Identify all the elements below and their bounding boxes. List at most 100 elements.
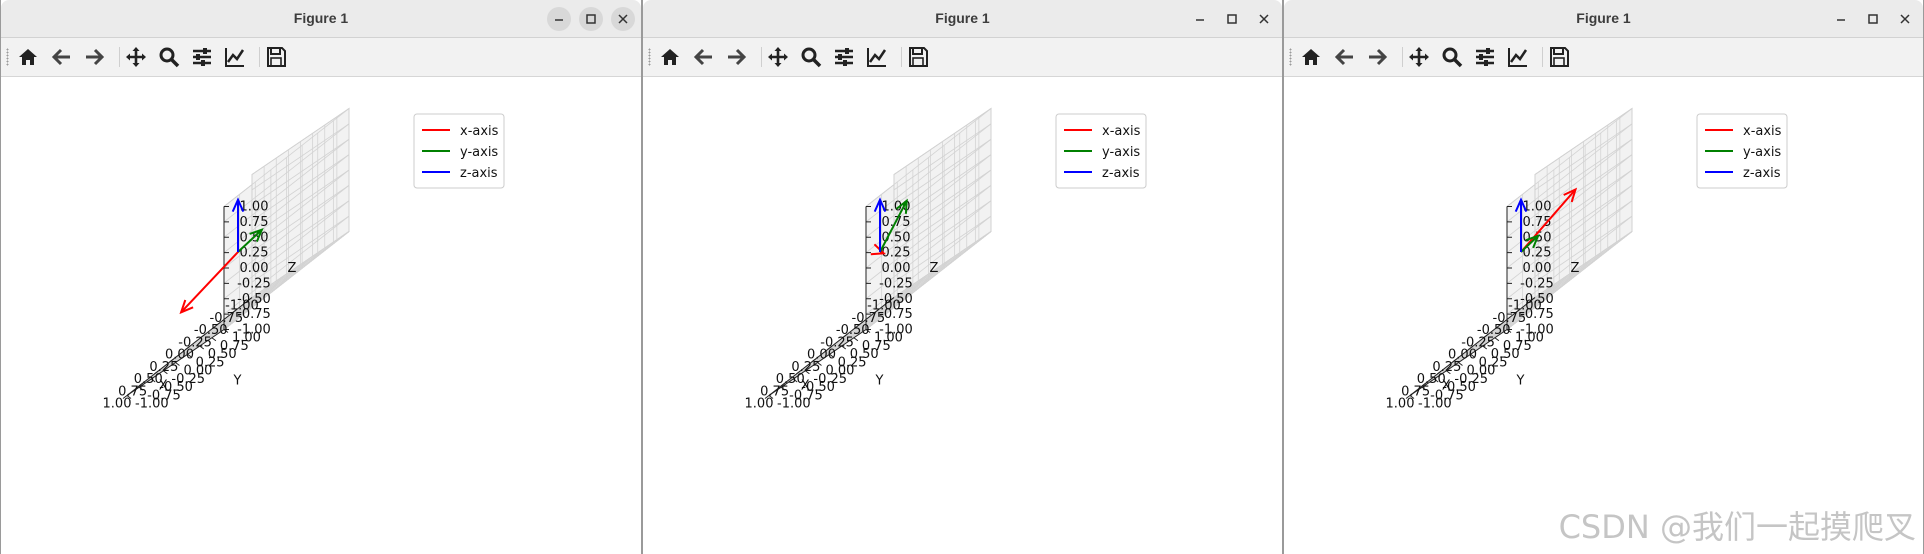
- x-axis-label: X: [801, 378, 810, 393]
- toolbar: [1284, 38, 1923, 77]
- y-tick-mark: [211, 337, 217, 342]
- legend: x-axis y-axis z-axis: [1055, 113, 1147, 189]
- figure-canvas[interactable]: -1.00 -1.00 -1.00 -0.75 -0.75 -0.75 -0.50 -0.50…: [643, 77, 1282, 554]
- save-button[interactable]: [1546, 44, 1572, 70]
- y-tick-label: 1.00: [874, 331, 903, 346]
- figure-window-2: Figure 1 -1.00 -1.00 -1.00 -0.75 -0.75 -…: [642, 0, 1283, 554]
- minimize-icon: [1837, 19, 1845, 21]
- pan-button[interactable]: [765, 44, 791, 70]
- home-button[interactable]: [657, 44, 683, 70]
- save-button[interactable]: [905, 44, 931, 70]
- z-tick-label: 1.00: [1523, 200, 1552, 215]
- save-icon: [267, 47, 286, 67]
- legend-label: x-axis: [1743, 124, 1782, 139]
- pan-button[interactable]: [123, 44, 149, 70]
- 3d-axes-plot[interactable]: -1.00-1.00-1.00-0.75-0.75-0.75-0.50-0.50…: [643, 77, 1282, 554]
- legend-label: y-axis: [1743, 145, 1781, 160]
- edit-axis-button[interactable]: [864, 44, 890, 70]
- minimize-icon: [1196, 19, 1204, 21]
- configure-subplots-button[interactable]: [1472, 44, 1498, 70]
- home-icon: [1302, 49, 1320, 65]
- window-title: Figure 1: [935, 10, 990, 26]
- back-button[interactable]: [1332, 44, 1358, 70]
- back-arrow-icon: [693, 48, 712, 66]
- zoom-icon: [801, 47, 822, 68]
- zoom-button[interactable]: [1439, 44, 1465, 70]
- title-bar[interactable]: Figure 1: [1, 0, 641, 38]
- home-button[interactable]: [15, 44, 41, 70]
- z-axis-label: Z: [930, 261, 939, 276]
- maximize-button[interactable]: [1220, 7, 1244, 31]
- z-tick-label: 0.00: [240, 261, 269, 276]
- save-button[interactable]: [263, 44, 289, 70]
- z-tick-label: -0.25: [237, 276, 271, 291]
- minimize-button[interactable]: [547, 7, 571, 31]
- y-tick-label: 1.00: [1515, 331, 1544, 346]
- figure-window-1: Figure 1 -1.00 -1.00 -1.00 -0.75 -0.75 -…: [0, 0, 642, 554]
- z-tick-label: 0.50: [882, 230, 911, 245]
- title-bar[interactable]: Figure 1: [643, 0, 1282, 38]
- z-tick-label: -0.50: [237, 292, 271, 307]
- figure-canvas[interactable]: -1.00 -1.00 -1.00 -0.75 -0.75 -0.75 -0.50 -0.50…: [1, 77, 641, 554]
- z-tick-label: 0.00: [882, 261, 911, 276]
- maximize-button[interactable]: [579, 7, 603, 31]
- close-button[interactable]: [1252, 7, 1276, 31]
- y-tick-mark: [853, 337, 859, 342]
- forward-arrow-icon: [728, 48, 747, 66]
- home-icon: [19, 49, 37, 65]
- toolbar-separator: [901, 47, 902, 67]
- home-button[interactable]: [1298, 44, 1324, 70]
- toolbar-separator: [1542, 47, 1543, 67]
- configure-subplots-button[interactable]: [189, 44, 215, 70]
- toolbar-grip[interactable]: [1289, 48, 1292, 66]
- 3d-axes-plot[interactable]: -1.00-1.00-1.00-0.75-0.75-0.75-0.50-0.50…: [1284, 77, 1923, 554]
- x-tick-label: 1.00: [1386, 397, 1415, 412]
- home-icon: [661, 49, 679, 65]
- toolbar-grip[interactable]: [6, 48, 9, 66]
- maximize-icon: [586, 14, 596, 24]
- configure-subplots-button[interactable]: [831, 44, 857, 70]
- zoom-button[interactable]: [156, 44, 182, 70]
- minimize-button[interactable]: [1188, 7, 1212, 31]
- figure-canvas[interactable]: -1.00 -1.00 -1.00 -0.75 -0.75 -0.75 -0.50 -0.50…: [1284, 77, 1923, 554]
- edit-axis-button[interactable]: [1505, 44, 1531, 70]
- z-tick-label: 0.00: [1523, 261, 1552, 276]
- toolbar-separator: [259, 47, 260, 67]
- 3d-axes-plot[interactable]: -1.00-1.00-1.00-0.75-0.75-0.75-0.50-0.50…: [1, 77, 641, 554]
- forward-button[interactable]: [723, 44, 749, 70]
- legend-label: z-axis: [460, 166, 498, 181]
- close-button[interactable]: [611, 7, 635, 31]
- minimize-button[interactable]: [1829, 7, 1853, 31]
- legend-label: y-axis: [460, 145, 498, 160]
- toolbar-separator: [761, 47, 762, 67]
- desktop: Figure 1 -1.00 -1.00 -1.00 -0.75 -0.75 -…: [0, 0, 1924, 554]
- edit-axis-icon: [867, 48, 887, 67]
- toolbar-separator: [1402, 47, 1403, 67]
- toolbar-grip[interactable]: [648, 48, 651, 66]
- legend-label: x-axis: [460, 124, 499, 139]
- z-tick-label: -0.25: [879, 276, 913, 291]
- minimize-icon: [555, 19, 563, 21]
- close-button[interactable]: [1893, 7, 1917, 31]
- back-button[interactable]: [49, 44, 75, 70]
- forward-button[interactable]: [81, 44, 107, 70]
- pan-button[interactable]: [1406, 44, 1432, 70]
- legend-label: z-axis: [1743, 166, 1781, 181]
- forward-arrow-icon: [1369, 48, 1388, 66]
- save-icon: [909, 47, 928, 67]
- toolbar-separator: [119, 47, 120, 67]
- forward-button[interactable]: [1364, 44, 1390, 70]
- edit-axis-icon: [1508, 48, 1528, 67]
- maximize-button[interactable]: [1861, 7, 1885, 31]
- x-tick-label: 1.00: [103, 397, 132, 412]
- legend-label: z-axis: [1102, 166, 1140, 181]
- x-tick-label: 1.00: [745, 397, 774, 412]
- z-tick-label: -0.25: [1520, 276, 1554, 291]
- pan-icon: [1409, 47, 1429, 67]
- back-button[interactable]: [691, 44, 717, 70]
- legend-label: x-axis: [1102, 124, 1141, 139]
- title-bar[interactable]: Figure 1: [1284, 0, 1923, 38]
- zoom-button[interactable]: [798, 44, 824, 70]
- close-icon: [1259, 14, 1269, 24]
- edit-axis-button[interactable]: [222, 44, 248, 70]
